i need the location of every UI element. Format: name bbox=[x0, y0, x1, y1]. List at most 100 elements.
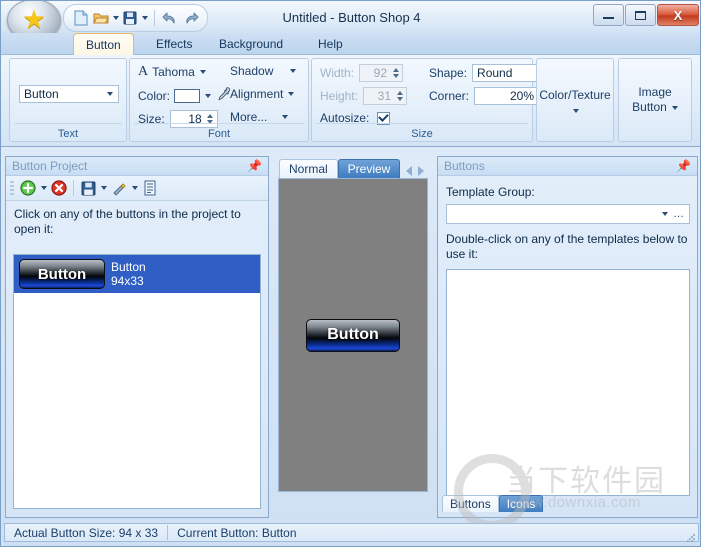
window-controls: X bbox=[593, 4, 699, 26]
list-item-name: Button bbox=[111, 260, 146, 274]
button-project-panel: Button Project 📌 Click on any of the but… bbox=[5, 156, 269, 518]
font-family-value: Tahoma bbox=[152, 65, 195, 79]
title-bar: ★ Untitled - Button Shop 4 X bbox=[1, 1, 700, 41]
ribbon-tab-strip: Button Effects Background Help bbox=[1, 33, 700, 56]
font-color-swatch[interactable] bbox=[174, 88, 201, 103]
color-texture-caret-icon[interactable] bbox=[572, 108, 579, 113]
add-button-caret-icon[interactable] bbox=[41, 186, 47, 190]
button-project-title: Button Project bbox=[12, 159, 88, 173]
shape-control[interactable]: Shape: Round bbox=[429, 64, 549, 82]
toolbar-grip[interactable] bbox=[10, 181, 14, 195]
width-spinner[interactable]: 92 bbox=[359, 64, 404, 82]
font-size-spinner[interactable]: 18 bbox=[169, 110, 218, 128]
button-thumbnail: Button bbox=[19, 259, 105, 289]
maximize-button[interactable] bbox=[625, 4, 656, 26]
save-icon[interactable] bbox=[79, 179, 97, 197]
buttons-panel: Buttons 📌 Template Group: … Double-click… bbox=[437, 156, 698, 518]
image-button-caret-icon[interactable] bbox=[671, 105, 678, 110]
height-control: Height: 31 bbox=[320, 87, 408, 105]
new-document-icon[interactable] bbox=[72, 9, 90, 27]
color-caret-icon[interactable] bbox=[205, 93, 212, 98]
width-control: Width: 92 bbox=[320, 64, 404, 82]
ribbon: Button Text A Tahoma Shadow Color: Align… bbox=[1, 55, 700, 147]
button-project-title-bar: Button Project 📌 bbox=[6, 157, 268, 176]
wand-icon[interactable] bbox=[110, 179, 128, 197]
more-caret-icon[interactable] bbox=[282, 115, 289, 119]
pin-icon[interactable]: 📌 bbox=[247, 160, 262, 172]
tab-normal[interactable]: Normal bbox=[279, 159, 338, 178]
list-item[interactable]: Button Button 94x33 bbox=[14, 255, 260, 293]
shadow-caret-icon[interactable] bbox=[290, 69, 297, 73]
tab-background[interactable]: Background bbox=[207, 33, 295, 55]
more-menu-button[interactable]: More... bbox=[230, 110, 289, 124]
templates-hint: Double-click on any of the templates bel… bbox=[446, 232, 688, 261]
shape-value: Round bbox=[477, 66, 513, 80]
minimize-button[interactable] bbox=[593, 4, 624, 26]
star-icon: ★ bbox=[22, 4, 46, 34]
spinner-arrows-icon[interactable] bbox=[394, 88, 405, 104]
button-project-list[interactable]: Button Button 94x33 bbox=[13, 254, 261, 509]
tab-preview[interactable]: Preview bbox=[337, 159, 401, 178]
save-caret-icon[interactable] bbox=[101, 186, 107, 190]
add-button-icon[interactable] bbox=[19, 179, 37, 197]
list-icon[interactable] bbox=[141, 179, 159, 197]
font-family-control[interactable]: A Tahoma bbox=[138, 64, 206, 80]
open-dropdown-caret-icon[interactable] bbox=[113, 16, 119, 20]
alignment-menu-button[interactable]: Alignment bbox=[230, 87, 295, 101]
color-label: Color: bbox=[138, 88, 171, 103]
undo-icon[interactable] bbox=[161, 9, 179, 27]
save-dropdown-caret-icon[interactable] bbox=[142, 16, 148, 20]
font-color-control[interactable]: Color: bbox=[138, 87, 231, 104]
tab-help[interactable]: Help bbox=[306, 33, 355, 55]
template-group-combo[interactable]: … bbox=[446, 204, 690, 224]
chevron-down-icon[interactable] bbox=[657, 205, 671, 223]
shape-label: Shape: bbox=[429, 66, 468, 80]
open-folder-icon[interactable] bbox=[92, 9, 110, 27]
toolbar-separator bbox=[73, 180, 74, 196]
button-text-combo[interactable]: Button bbox=[19, 85, 119, 103]
tab-icons[interactable]: Icons bbox=[498, 495, 544, 512]
alignment-label: Alignment bbox=[230, 87, 284, 101]
preview-button[interactable]: Button bbox=[306, 318, 400, 352]
width-value: 92 bbox=[373, 66, 388, 80]
group-caption-font: Font bbox=[207, 128, 230, 140]
color-texture-button[interactable]: Color/Texture bbox=[536, 58, 614, 142]
chevron-left-icon[interactable] bbox=[406, 166, 413, 176]
chevron-right-icon[interactable] bbox=[418, 166, 425, 176]
delete-button-icon[interactable] bbox=[50, 179, 68, 197]
shadow-menu-button[interactable]: Shadow bbox=[230, 64, 297, 78]
redo-icon[interactable] bbox=[181, 9, 199, 27]
template-group-more-button[interactable]: … bbox=[671, 208, 687, 220]
pin-icon[interactable]: 📌 bbox=[676, 160, 691, 172]
font-size-control[interactable]: Size: 18 bbox=[138, 110, 218, 128]
image-button-button[interactable]: Image Button bbox=[618, 58, 692, 142]
resize-grip[interactable] bbox=[686, 533, 696, 543]
tab-button[interactable]: Button bbox=[73, 33, 134, 56]
width-label: Width: bbox=[320, 66, 355, 80]
group-caption-size: Size bbox=[411, 128, 433, 140]
wand-caret-icon[interactable] bbox=[132, 186, 138, 190]
chevron-down-icon[interactable] bbox=[102, 86, 116, 102]
preview-button-label: Button bbox=[327, 326, 379, 343]
shadow-label: Shadow bbox=[230, 64, 274, 78]
tab-effects[interactable]: Effects bbox=[144, 33, 204, 55]
save-disk-icon[interactable] bbox=[121, 9, 139, 27]
button-thumbnail-label: Button bbox=[37, 265, 87, 283]
preview-canvas[interactable]: Button bbox=[278, 178, 428, 492]
list-item-meta: Button 94x33 bbox=[111, 260, 146, 288]
tab-buttons[interactable]: Buttons bbox=[442, 495, 499, 512]
templates-list[interactable] bbox=[446, 269, 690, 496]
alignment-caret-icon[interactable] bbox=[288, 92, 295, 96]
spinner-arrows-icon[interactable] bbox=[390, 65, 401, 81]
height-spinner[interactable]: 31 bbox=[363, 87, 408, 105]
eyedropper-icon[interactable] bbox=[217, 87, 231, 104]
corner-control[interactable]: Corner: 20% bbox=[429, 87, 551, 105]
font-family-caret-icon[interactable] bbox=[199, 70, 206, 74]
spinner-arrows-icon[interactable] bbox=[205, 111, 216, 127]
status-actual-size: Actual Button Size: 94 x 33 bbox=[5, 524, 167, 541]
ribbon-group-text: Button Text bbox=[9, 58, 127, 142]
ribbon-group-font: A Tahoma Shadow Color: Alignment Size: 1… bbox=[129, 58, 309, 142]
close-button[interactable]: X bbox=[657, 4, 699, 26]
application-window: ★ Untitled - Button Shop 4 X Button Effe… bbox=[0, 0, 701, 547]
qat-separator bbox=[154, 10, 155, 26]
